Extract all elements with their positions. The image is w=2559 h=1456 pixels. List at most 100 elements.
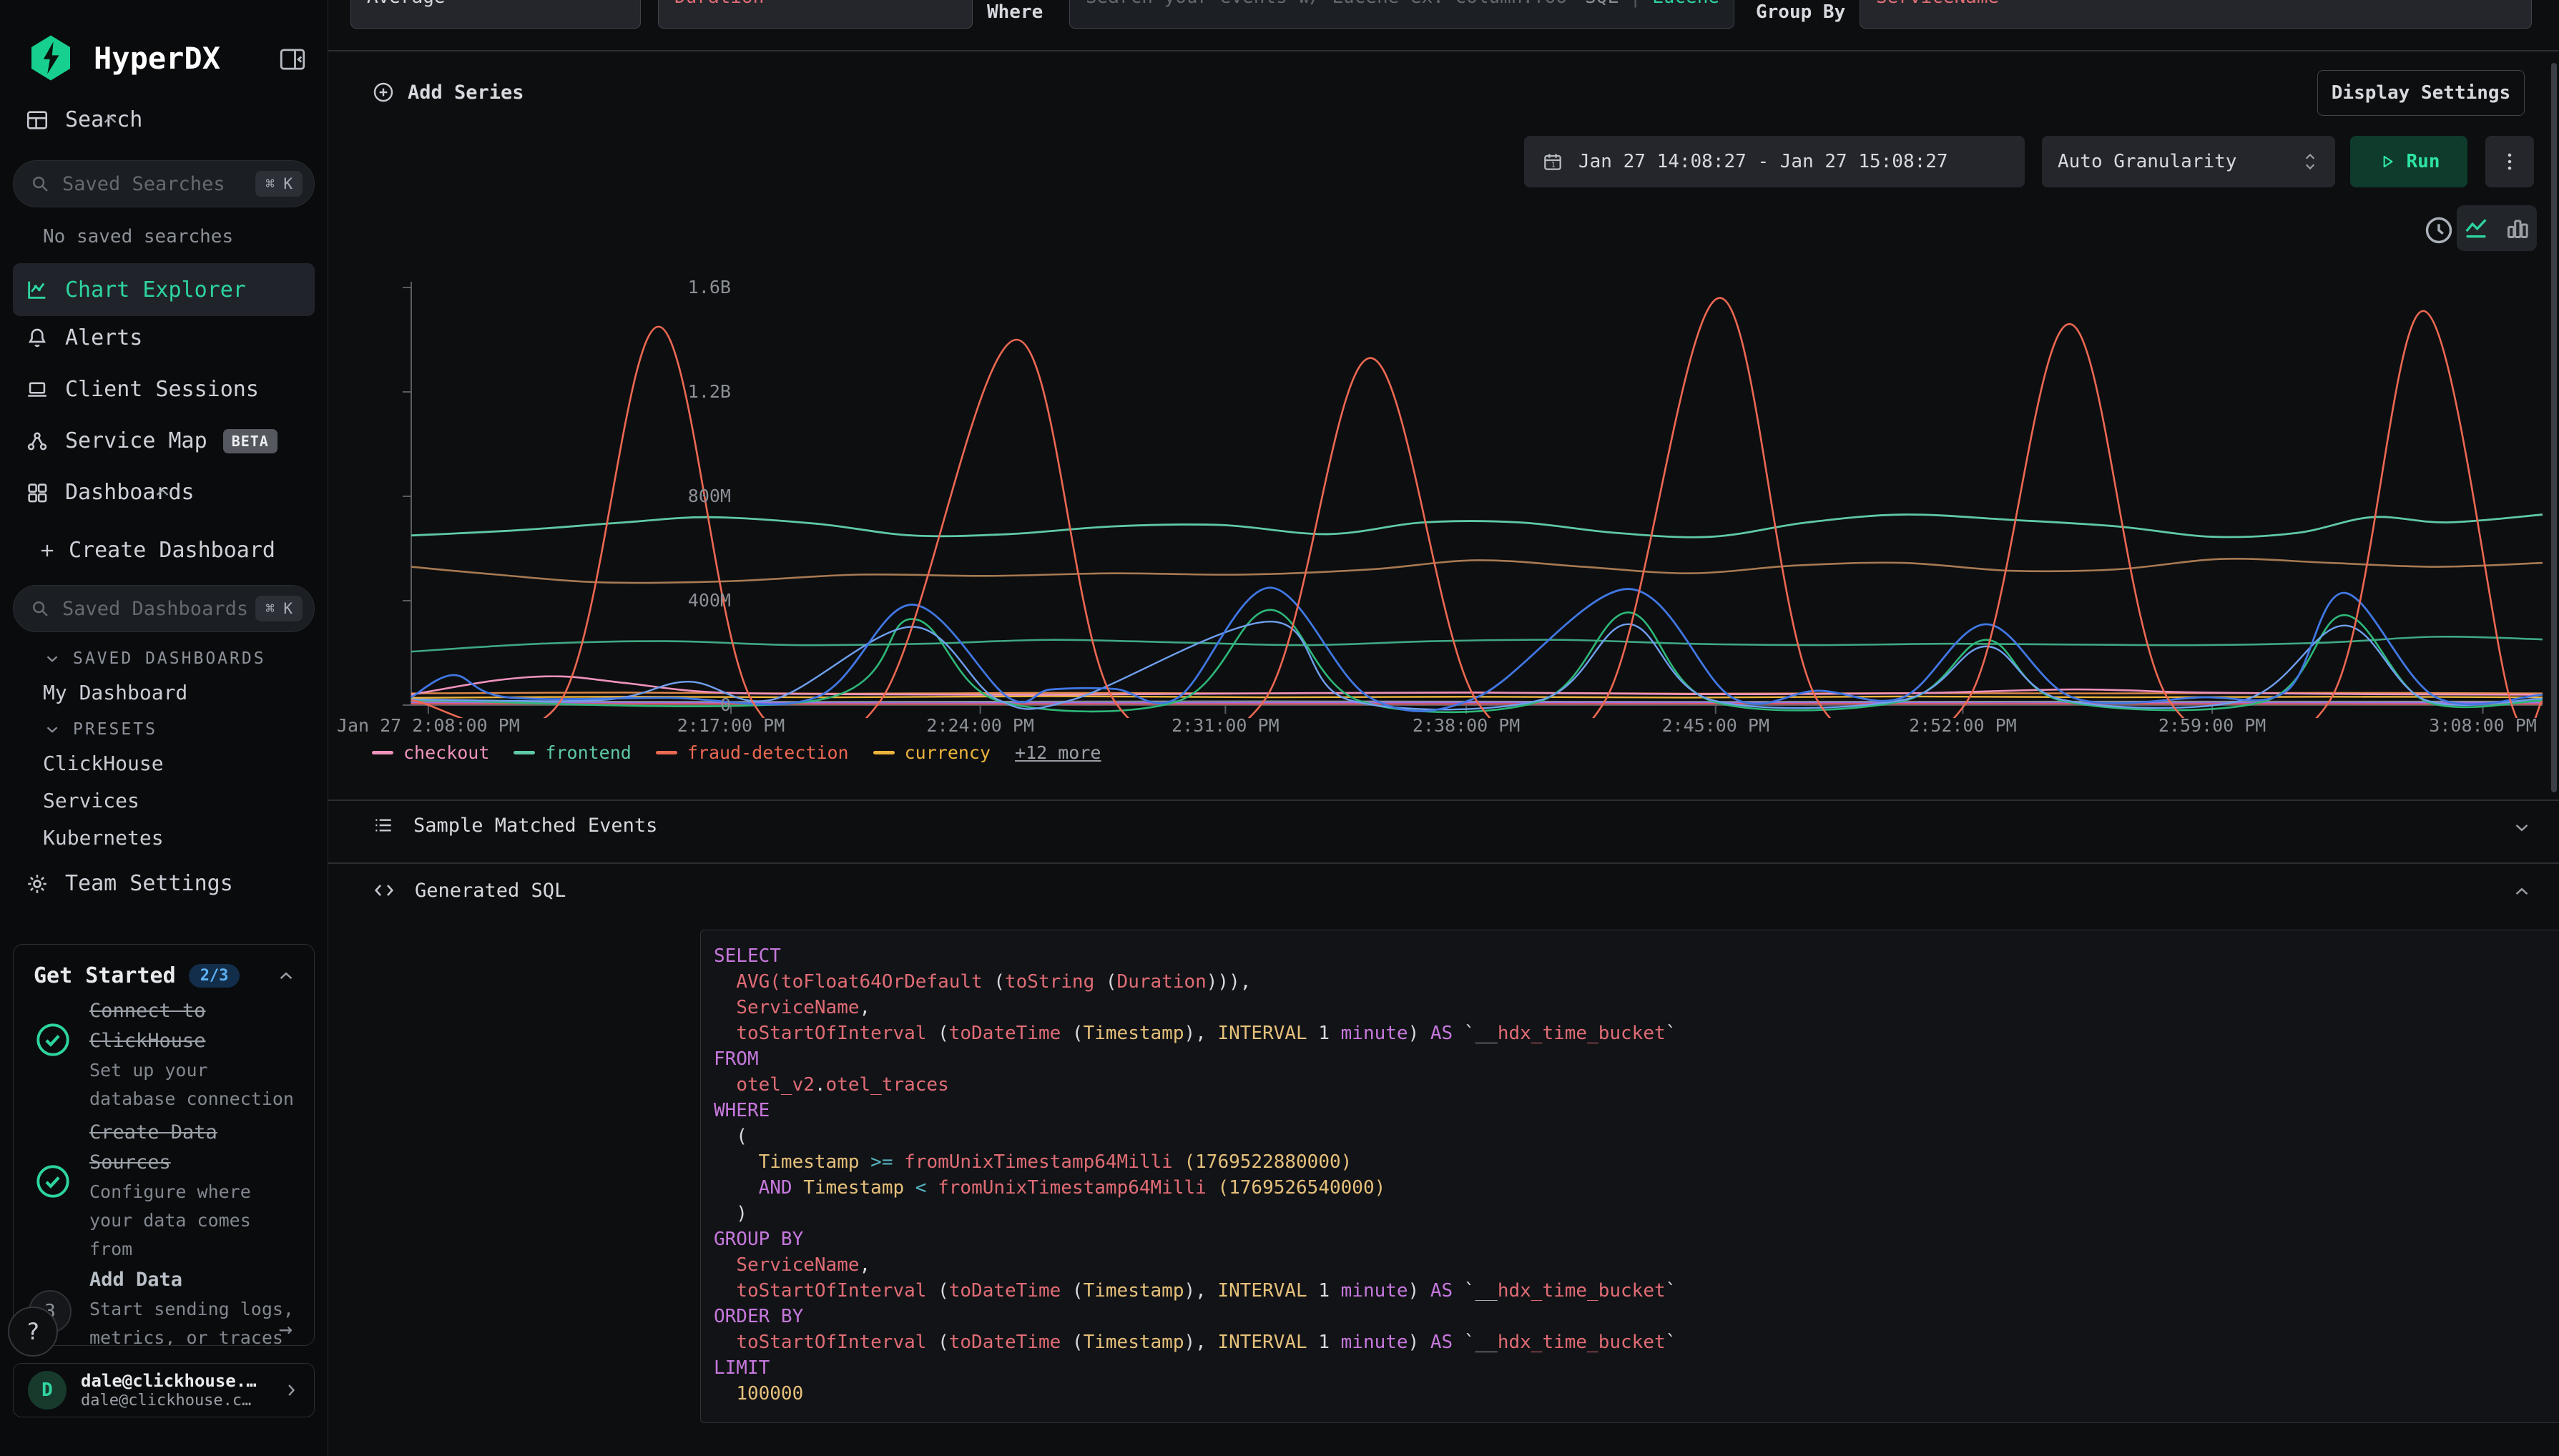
series-fraud-detection [411, 298, 2543, 718]
time-toggle-icon[interactable] [2422, 214, 2455, 247]
legend-item[interactable]: fraud-detection [656, 742, 849, 763]
sidebar-item-clickhouse[interactable]: ClickHouse [43, 752, 164, 775]
toggle-divider: | [1630, 0, 1641, 8]
get-started-step-connect[interactable]: Connect to ClickHouse Set up your databa… [34, 996, 303, 1113]
legend-item[interactable]: frontend [514, 742, 631, 763]
chevron-up-icon [152, 482, 173, 503]
avatar: D [28, 1371, 67, 1410]
group-label: PRESETS [73, 720, 157, 739]
run-button[interactable]: Run [2350, 136, 2467, 187]
saved-searches-placeholder: Saved Searches [62, 173, 255, 195]
more-options-button[interactable] [2485, 136, 2534, 187]
sql-line: AND Timestamp < fromUnixTimestamp64Milli… [714, 1175, 2559, 1201]
generated-sql-header[interactable]: Generated SQL [372, 878, 566, 902]
calendar-icon: 1 [1541, 150, 1564, 173]
saved-searches-input[interactable]: Saved Searches ⌘ K [13, 160, 315, 207]
sidebar-item-service-map[interactable]: Service Map BETA [25, 428, 277, 453]
no-saved-searches-text: No saved searches [43, 226, 233, 247]
sidebar-item-client-sessions[interactable]: Client Sessions [25, 377, 259, 402]
sidebar-item-my-dashboard[interactable]: My Dashboard [43, 681, 187, 704]
sql-line: toStartOfInterval (toDateTime (Timestamp… [714, 1329, 2559, 1355]
select-chevrons-icon [2301, 151, 2319, 172]
sidebar-item-kubernetes[interactable]: Kubernetes [43, 826, 164, 850]
step-title: Create Data Sources [89, 1118, 298, 1178]
presets-group[interactable]: PRESETS [43, 720, 157, 739]
get-started-step-add-data[interactable]: Add Data Start sending logs, metrics, or… [34, 1265, 303, 1346]
get-started-step-sources[interactable]: Create Data Sources Configure where your… [34, 1118, 303, 1264]
sidebar-item-label: Chart Explorer [65, 277, 246, 302]
sql-line: ( [714, 1123, 2559, 1149]
create-dashboard-label: Create Dashboard [69, 538, 275, 563]
logo[interactable]: HyperDX [25, 32, 220, 84]
add-series-label: Add Series [408, 82, 524, 104]
display-settings-button[interactable]: Display Settings [2317, 70, 2525, 116]
scrollbar-thumb[interactable] [2551, 63, 2557, 792]
display-settings-label: Display Settings [2332, 82, 2510, 104]
help-button[interactable]: ? [8, 1307, 58, 1357]
chart-legend[interactable]: checkout frontend fraud-detection currency +… [372, 742, 1101, 763]
saved-dashboards-group[interactable]: SAVED DASHBOARDS [43, 649, 266, 668]
search-nav-icon [25, 108, 49, 132]
sidebar-item-chart-explorer[interactable]: Chart Explorer [13, 263, 315, 316]
group-by-input[interactable]: ServiceName [1860, 0, 2532, 29]
chevron-down-icon [609, 0, 629, 4]
aggregation-value: Average [367, 0, 446, 8]
legend-label: checkout [403, 742, 489, 763]
sidebar-item-services[interactable]: Services [43, 789, 139, 812]
get-started-progress-badge: 2/3 [189, 964, 240, 988]
generated-sql-code[interactable]: SELECT AVG(toFloat64OrDefault (toString … [700, 930, 2559, 1423]
sql-line: LIMIT [714, 1355, 2559, 1381]
aggregation-select[interactable]: Average [350, 0, 641, 29]
sidebar-item-alerts[interactable]: Alerts [25, 325, 142, 350]
sidebar-item-team-settings[interactable]: Team Settings [25, 871, 233, 896]
metric-field-value: Duration [674, 0, 764, 8]
x-tick-label: Jan 27 2:08:00 PM [337, 715, 520, 736]
chevron-up-icon[interactable] [2511, 881, 2533, 902]
sidebar-item-label: Alerts [65, 325, 142, 350]
legend-more-link[interactable]: +12 more [1015, 742, 1101, 763]
sql-line: ) [714, 1201, 2559, 1226]
divider [328, 862, 2559, 864]
arrow-right-icon: → [279, 1315, 293, 1342]
date-range-picker[interactable]: 1 Jan 27 14:08:27 - Jan 27 15:08:27 [1524, 136, 2025, 187]
divider [328, 800, 2559, 801]
laptop-icon [25, 378, 49, 402]
chevron-up-icon [99, 109, 121, 131]
series-frontend [411, 515, 2543, 538]
series-series-brown [411, 559, 2543, 583]
sql-line: otel_v2.otel_traces [714, 1072, 2559, 1098]
saved-dashboards-input[interactable]: Saved Dashboards ⌘ K [13, 585, 315, 632]
chevron-up-icon[interactable] [275, 965, 297, 987]
kbd-shortcut: ⌘ K [255, 171, 303, 197]
series-checkout [411, 677, 2543, 695]
sql-toggle[interactable]: SQL [1585, 0, 1619, 8]
chevron-right-icon [281, 1380, 301, 1400]
lucene-search-input[interactable]: Search your events w/ Lucene ex. column:… [1069, 0, 1734, 29]
chart-type-toggle [2457, 205, 2537, 251]
metric-field-input[interactable]: Duration [658, 0, 973, 29]
lucene-toggle[interactable]: Lucene [1652, 0, 1719, 8]
x-tick-label: 2:59:00 PM [2158, 715, 2266, 736]
sql-line: ServiceName, [714, 995, 2559, 1020]
bar-chart-icon[interactable] [2503, 214, 2532, 242]
x-tick-label: 2:45:00 PM [1661, 715, 1769, 736]
sidebar-item-search[interactable]: Search [25, 107, 142, 132]
legend-item[interactable]: checkout [372, 742, 489, 763]
collapse-sidebar-icon[interactable] [277, 44, 308, 74]
chart-explorer-icon [25, 277, 49, 302]
chevron-down-icon [43, 649, 62, 668]
where-label: Where [987, 1, 1043, 23]
create-dashboard-button[interactable]: Create Dashboard [37, 538, 275, 563]
add-series-button[interactable]: Add Series [372, 81, 524, 104]
sample-matched-events-header[interactable]: Sample Matched Events [372, 814, 657, 837]
chevron-down-icon[interactable] [2511, 817, 2533, 838]
x-tick-label: 2:38:00 PM [1413, 715, 1521, 736]
legend-item[interactable]: currency [873, 742, 991, 763]
user-account-button[interactable]: D dale@clickhouse.… dale@clickhouse.c… [13, 1363, 315, 1417]
step-subtitle: Start sending logs, metrics, or traces [89, 1295, 304, 1346]
sidebar-item-dashboards[interactable]: Dashboards [25, 480, 195, 505]
sql-line: 100000 [714, 1381, 2559, 1407]
line-chart-icon[interactable] [2462, 214, 2490, 242]
granularity-select[interactable]: Auto Granularity [2042, 136, 2335, 187]
service-map-icon [25, 429, 49, 453]
